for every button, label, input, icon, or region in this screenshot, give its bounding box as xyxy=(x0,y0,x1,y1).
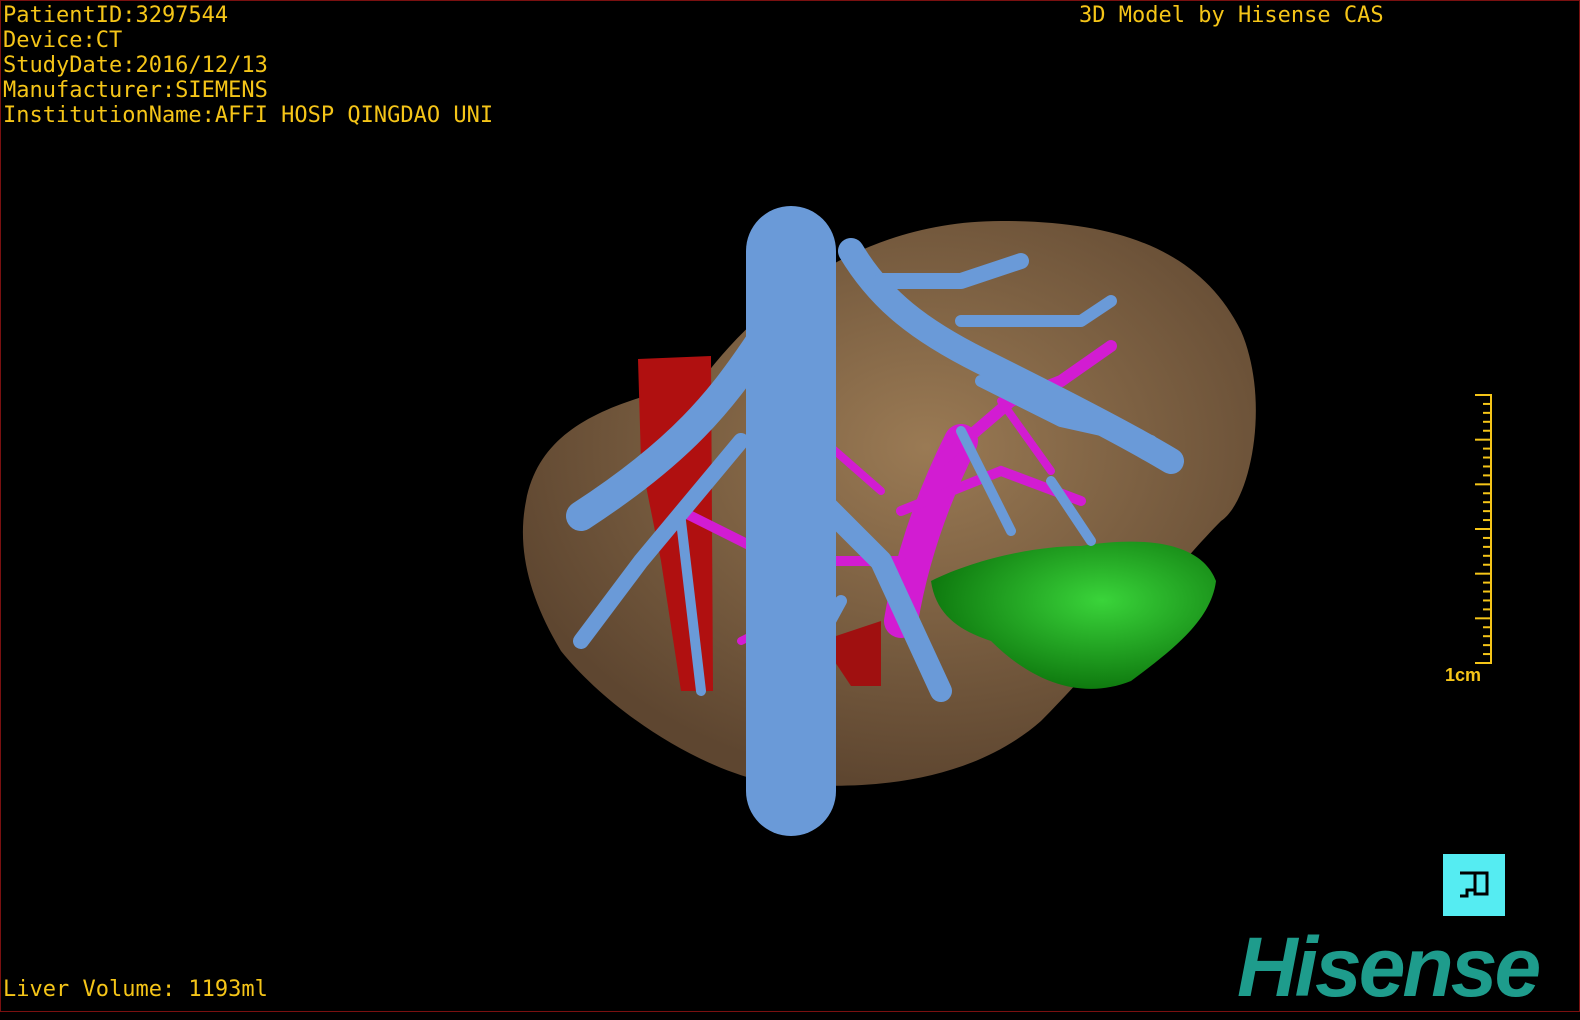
scale-bar xyxy=(1475,394,1492,664)
patient-info-overlay: PatientID:3297544 Device:CT StudyDate:20… xyxy=(3,3,493,128)
patient-id: PatientID:3297544 xyxy=(3,3,229,28)
liver-3d-model[interactable] xyxy=(1,1,1579,1011)
hisense-logo: Hisense xyxy=(1237,920,1541,1012)
3d-viewer[interactable]: PatientID:3297544 Device:CT StudyDate:20… xyxy=(0,0,1580,1012)
orientation-button[interactable] xyxy=(1443,854,1505,916)
manufacturer: Manufacturer:SIEMENS xyxy=(3,78,268,103)
scale-bar-label: 1cm xyxy=(1445,665,1482,685)
study-date: StudyDate:2016/12/13 xyxy=(3,53,268,78)
institution-name: InstitutionName:AFFI HOSP QINGDAO UNI xyxy=(3,103,494,128)
orientation-cube-icon xyxy=(1460,871,1489,898)
liver-volume: Liver Volume: 1193ml xyxy=(3,977,268,1002)
model-credit: 3D Model by Hisense CAS xyxy=(1079,3,1384,28)
device: Device:CT xyxy=(3,28,123,53)
